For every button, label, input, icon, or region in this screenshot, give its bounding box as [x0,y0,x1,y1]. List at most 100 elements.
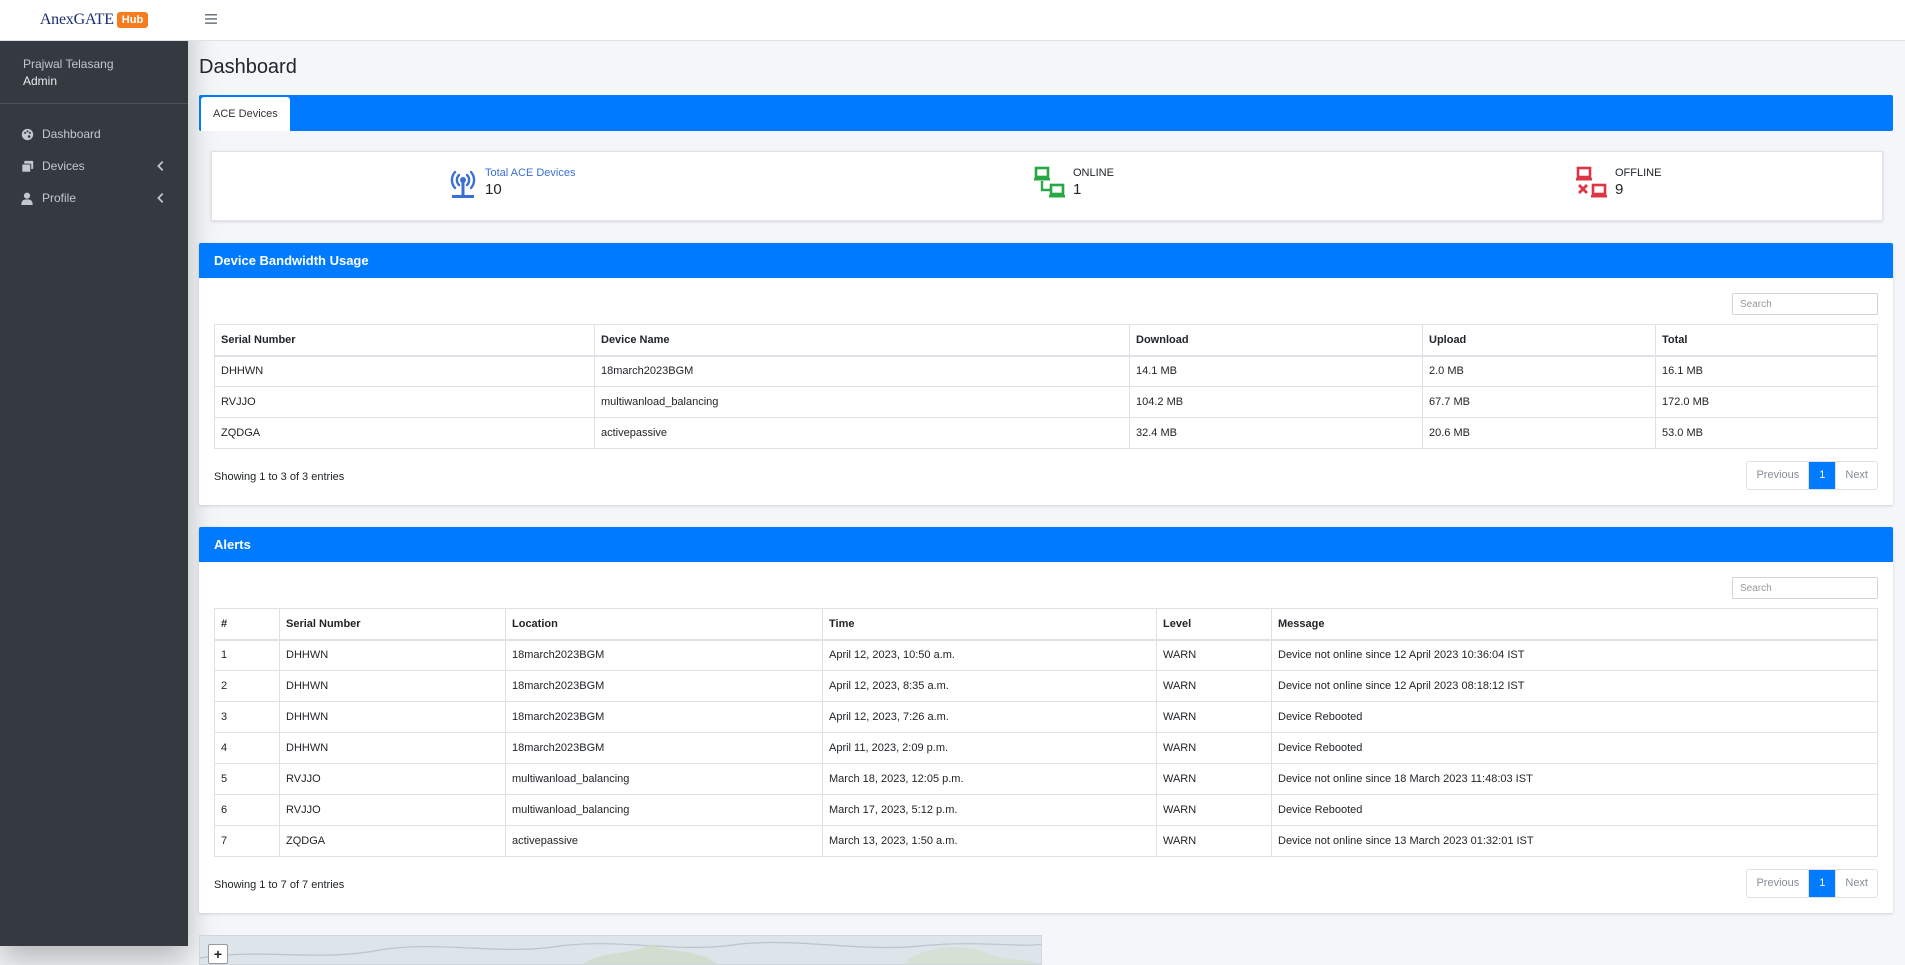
column-header[interactable]: # [214,608,280,641]
table-cell: WARN [1156,763,1272,795]
table-row: 6 RVJJO multiwanload_balancing March 17,… [214,794,1878,826]
user-role: Admin [23,74,58,88]
column-header[interactable]: Level [1156,608,1272,641]
map-terrain [200,941,1041,964]
stat-total-label[interactable]: Total ACE Devices [485,167,575,179]
table-cell: DHHWN [279,639,506,671]
sidebar: AnexGATE Hub Prajwal Telasang Admin Dash… [0,0,188,946]
table-cell: 20.6 MB [1422,417,1656,449]
stat-online-label: ONLINE [1073,167,1114,179]
table-row: 1 DHHWN 18march2023BGM April 12, 2023, 1… [214,639,1878,671]
alerts-search-input[interactable] [1732,577,1878,599]
table-cell: 6 [214,794,280,826]
table-cell: multiwanload_balancing [505,794,823,826]
table-cell: 4 [214,732,280,764]
column-header[interactable]: Upload [1422,324,1656,357]
user-icon [20,191,34,205]
column-header[interactable]: Total [1655,324,1878,357]
table-cell: April 12, 2023, 8:35 a.m. [822,670,1157,702]
brand-badge: Hub [116,12,149,28]
column-header[interactable]: Serial Number [214,324,595,357]
sidebar-item-devices[interactable]: Devices [0,150,188,182]
table-cell: 104.2 MB [1129,386,1423,418]
table-cell: DHHWN [214,355,595,387]
bandwidth-table: Serial Number Device Name Download Uploa… [214,324,1878,449]
column-header[interactable]: Serial Number [279,608,506,641]
table-cell: 18march2023BGM [505,732,823,764]
column-header[interactable]: Device Name [594,324,1130,357]
alerts-table: # Serial Number Location Time Level Mess… [214,608,1878,857]
device-stats-card: Total ACE Devices 10 ONLINE 1 OFFLINE 9 [211,151,1883,221]
table-cell: Device Rebooted [1271,701,1878,733]
network-online-icon [1034,166,1065,198]
main-content: Dashboard ACE Devices Total ACE Devices … [199,41,1893,965]
stat-offline: OFFLINE 9 [1574,164,1661,204]
page-1-button[interactable]: 1 [1808,870,1836,897]
table-cell: April 11, 2023, 2:09 p.m. [822,732,1157,764]
chevron-left-icon [157,161,164,171]
table-cell: WARN [1156,732,1272,764]
table-cell: 18march2023BGM [505,639,823,671]
table-cell: March 13, 2023, 1:50 a.m. [822,825,1157,857]
column-header[interactable]: Download [1129,324,1423,357]
column-header[interactable]: Time [822,608,1157,641]
sidebar-item-profile[interactable]: Profile [0,182,188,214]
table-cell: RVJJO [279,794,506,826]
table-cell: 172.0 MB [1655,386,1878,418]
table-cell: 2.0 MB [1422,355,1656,387]
table-cell: 2 [214,670,280,702]
user-panel: Prajwal Telasang Admin [0,41,188,104]
table-cell: Device Rebooted [1271,732,1878,764]
brand-logo[interactable]: AnexGATE Hub [0,0,188,41]
table-cell: WARN [1156,670,1272,702]
table-cell: multiwanload_balancing [594,386,1130,418]
pagination: Previous 1 Next [1746,461,1878,490]
stat-offline-label: OFFLINE [1615,167,1662,179]
stat-total-devices: Total ACE Devices 10 [444,164,575,204]
sidebar-item-dashboard[interactable]: Dashboard [0,118,188,150]
table-cell: activepassive [594,417,1130,449]
table-cell: 7 [214,825,280,857]
map-zoom-in-button[interactable]: + [208,944,228,964]
table-cell: 14.1 MB [1129,355,1423,387]
bandwidth-search-input[interactable] [1732,293,1878,315]
table-row: 5 RVJJO multiwanload_balancing March 18,… [214,763,1878,795]
stat-offline-value: 9 [1615,181,1624,198]
table-row: DHHWN 18march2023BGM 14.1 MB 2.0 MB 16.1… [214,355,1878,387]
device-map[interactable]: + [199,935,1042,965]
tabs-bar: ACE Devices [199,95,1893,131]
table-cell: WARN [1156,794,1272,826]
previous-page-button[interactable]: Previous [1747,462,1809,489]
alerts-card: Alerts # Serial Number Location Time Lev… [199,527,1893,913]
previous-page-button[interactable]: Previous [1747,870,1809,897]
table-cell: 16.1 MB [1655,355,1878,387]
table-cell: 18march2023BGM [505,670,823,702]
copy-icon [20,159,34,173]
table-cell: 53.0 MB [1655,417,1878,449]
column-header[interactable]: Message [1271,608,1878,641]
page-1-button[interactable]: 1 [1808,462,1836,489]
table-cell: multiwanload_balancing [505,763,823,795]
table-cell: DHHWN [279,732,506,764]
table-row: ZQDGA activepassive 32.4 MB 20.6 MB 53.0… [214,417,1878,449]
user-name[interactable]: Prajwal Telasang [23,57,165,71]
table-cell: April 12, 2023, 10:50 a.m. [822,639,1157,671]
table-cell: WARN [1156,701,1272,733]
next-page-button[interactable]: Next [1835,462,1877,489]
tab-ace-devices[interactable]: ACE Devices [201,97,290,131]
hamburger-menu-icon[interactable] [205,13,217,25]
table-cell: RVJJO [279,763,506,795]
table-cell: Device not online since 13 March 2023 01… [1271,825,1878,857]
next-page-button[interactable]: Next [1835,870,1877,897]
table-cell: March 18, 2023, 12:05 p.m. [822,763,1157,795]
table-cell: Device not online since 12 April 2023 10… [1271,639,1878,671]
bandwidth-card: Device Bandwidth Usage Serial Number Dev… [199,243,1893,505]
table-cell: Device not online since 18 March 2023 11… [1271,763,1878,795]
column-header[interactable]: Location [505,608,823,641]
table-cell: activepassive [505,825,823,857]
chevron-left-icon [157,193,164,203]
table-cell: WARN [1156,825,1272,857]
palette-icon [20,127,34,141]
table-cell: 1 [214,639,280,671]
table-cell: ZQDGA [214,417,595,449]
